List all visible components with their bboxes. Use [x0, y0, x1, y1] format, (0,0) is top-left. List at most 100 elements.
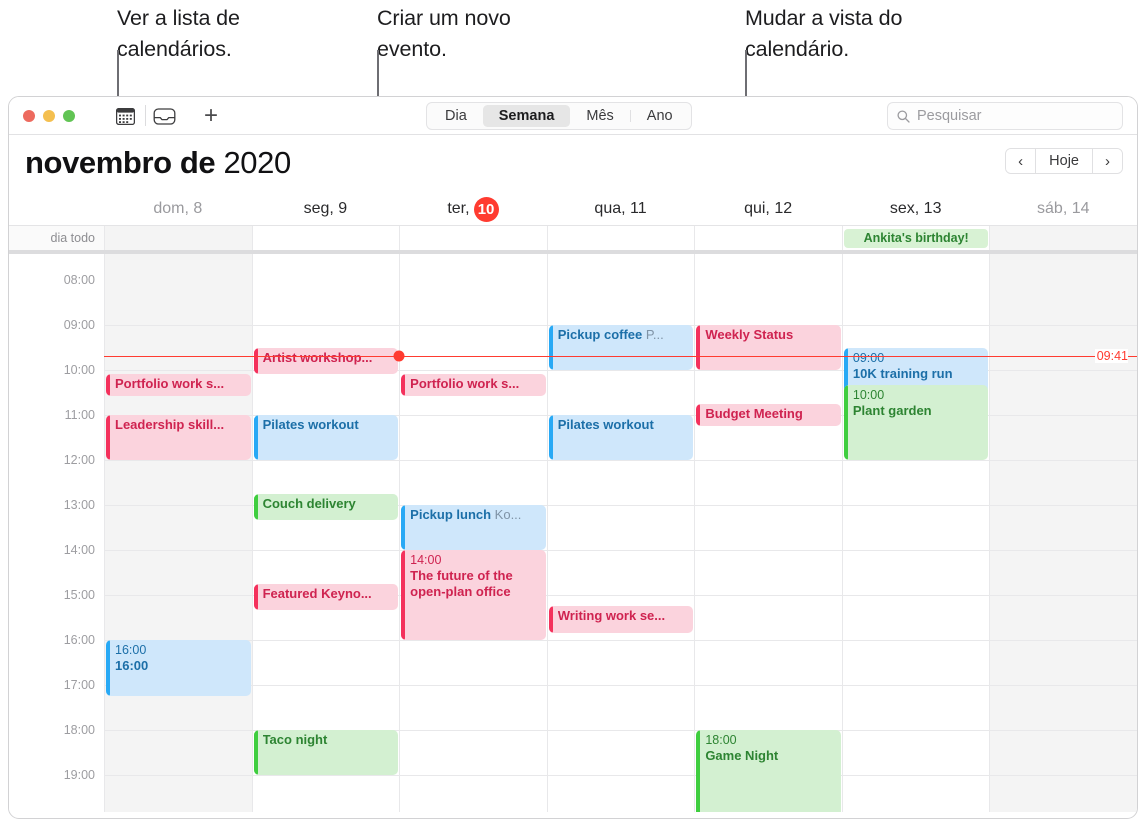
- hour-gridline: [400, 460, 547, 461]
- tab-day[interactable]: Dia: [429, 105, 483, 127]
- inbox-tray-icon[interactable]: [151, 105, 177, 127]
- event-subtitle: Ko...: [491, 507, 522, 522]
- calendar-event[interactable]: 16:00 16:00: [106, 640, 251, 697]
- day-column-tue[interactable]: Portfolio work s... Pickup lunch Ko... 14:…: [399, 254, 547, 812]
- day-header-sun[interactable]: dom, 8: [104, 193, 252, 225]
- calendar-event[interactable]: Artist workshop...: [253, 347, 399, 374]
- callout-new-event-text: Criar um novo evento.: [377, 6, 511, 61]
- all-day-cell-wed[interactable]: [546, 226, 695, 250]
- hour-label: 18:00: [63, 723, 95, 737]
- hour-gridline: [547, 550, 695, 551]
- hour-gridline: [547, 685, 695, 686]
- calendar-event[interactable]: Pickup coffee P...: [548, 325, 694, 370]
- calendar-event[interactable]: Portfolio work s...: [106, 373, 251, 397]
- calendar-event[interactable]: Budget Meeting: [696, 403, 841, 427]
- event-body: Artist workshop...: [258, 348, 399, 374]
- close-window-button[interactable]: [23, 110, 35, 122]
- day-column-mon[interactable]: Artist workshop... Pilates workout Couch d…: [251, 254, 400, 812]
- calendar-event[interactable]: Pickup lunch Ko...: [401, 505, 546, 550]
- time-grid-scroll[interactable]: 08:00 09:00 10:00 11:00 12:00 13:00 14:00 15:00…: [9, 254, 1137, 812]
- hour-label: 08:00: [63, 273, 95, 287]
- day-column-thu[interactable]: Weekly Status Budget Meeting 18:00 Game Nig…: [694, 254, 842, 812]
- event-time: 14:00: [410, 553, 442, 567]
- calendar-event[interactable]: 14:00 The future of the open-plan office: [401, 550, 546, 640]
- hour-gridline: [252, 775, 400, 776]
- event-title: Writing work se...: [557, 608, 666, 624]
- hour-gridline: [842, 685, 990, 686]
- hour-label: 16:00: [63, 633, 95, 647]
- all-day-label: dia todo: [9, 226, 104, 250]
- event-body: Weekly Status: [700, 325, 841, 370]
- calendar-event[interactable]: Pilates workout: [253, 415, 399, 460]
- hour-gridline: [842, 550, 990, 551]
- previous-week-button[interactable]: ‹: [1006, 149, 1036, 173]
- event-title: 10K training run: [852, 365, 953, 381]
- calendar-event[interactable]: Couch delivery: [253, 493, 399, 520]
- month-label: novembro de: [25, 145, 216, 180]
- all-day-cell-sat[interactable]: [989, 226, 1137, 250]
- hour-label: 17:00: [63, 678, 95, 692]
- weekday-gutter-spacer: [9, 193, 104, 225]
- event-body: 14:00 The future of the open-plan office: [405, 550, 546, 640]
- day-header-tue[interactable]: ter, 10: [399, 193, 547, 225]
- event-body: Couch delivery: [258, 494, 399, 520]
- calendar-event[interactable]: 10:00 Plant garden: [843, 385, 989, 460]
- day-header-label: sáb, 14: [1037, 200, 1090, 217]
- calendar-grid-icon[interactable]: [113, 105, 137, 127]
- day-header-wed[interactable]: qua, 11: [547, 193, 695, 225]
- all-day-cell-fri[interactable]: Ankita's birthday!: [841, 226, 990, 250]
- view-segmented-control[interactable]: Dia Semana Mês Ano: [426, 102, 692, 130]
- event-body: Pickup lunch Ko...: [405, 505, 546, 550]
- calendar-event[interactable]: Pilates workout: [548, 415, 694, 460]
- search-field[interactable]: Pesquisar: [887, 102, 1123, 130]
- hour-gridline: [990, 595, 1137, 596]
- next-week-button[interactable]: ›: [1093, 149, 1122, 173]
- day-column-fri[interactable]: 09:00 10K training run 10:00 Plant garden: [841, 254, 990, 812]
- event-body: Pilates workout: [258, 415, 399, 460]
- hour-gridline: [695, 595, 842, 596]
- day-header-fri[interactable]: sex, 13: [842, 193, 990, 225]
- hour-gridline: [990, 685, 1137, 686]
- minimize-window-button[interactable]: [43, 110, 55, 122]
- calendar-event[interactable]: 18:00 Game Night: [696, 730, 841, 812]
- hour-label: 15:00: [63, 588, 95, 602]
- day-header-sat[interactable]: sáb, 14: [989, 193, 1137, 225]
- hour-gridline: [252, 550, 400, 551]
- hour-gridline: [400, 730, 547, 731]
- event-title: Artist workshop...: [263, 350, 394, 366]
- calendar-event[interactable]: Weekly Status: [696, 325, 841, 370]
- all-day-cell-mon[interactable]: [251, 226, 400, 250]
- day-header-thu[interactable]: qui, 12: [694, 193, 842, 225]
- event-body: Featured Keyno...: [258, 584, 399, 610]
- calendar-event[interactable]: Featured Keyno...: [253, 583, 399, 610]
- all-day-cell-tue[interactable]: [399, 226, 547, 250]
- day-column-wed[interactable]: Pickup coffee P... Pilates workout Writing…: [546, 254, 695, 812]
- day-column-sat[interactable]: [989, 254, 1137, 812]
- day-column-sun[interactable]: 16:00 16:00 Portfolio work s... Leadership …: [104, 254, 252, 812]
- hour-gridline: [547, 775, 695, 776]
- hour-label: 09:00: [63, 318, 95, 332]
- today-button[interactable]: Hoje: [1035, 149, 1093, 173]
- event-title: Budget Meeting: [705, 405, 803, 421]
- hour-gridline: [547, 505, 695, 506]
- tab-year[interactable]: Ano: [631, 105, 689, 127]
- all-day-cell-thu[interactable]: [694, 226, 842, 250]
- event-title: Couch delivery: [262, 495, 356, 511]
- all-day-cell-sun[interactable]: [104, 226, 252, 250]
- add-event-button[interactable]: +: [198, 104, 224, 128]
- zoom-window-button[interactable]: [63, 110, 75, 122]
- calendar-event[interactable]: Leadership skill...: [106, 415, 251, 460]
- event-body: Portfolio work s...: [110, 374, 251, 397]
- all-day-event[interactable]: Ankita's birthday!: [843, 228, 989, 248]
- event-title: Portfolio work s...: [410, 375, 520, 391]
- event-title: Pickup lunch Ko...: [410, 507, 522, 522]
- hour-gridline: [990, 640, 1137, 641]
- calendar-event[interactable]: Taco night: [253, 730, 399, 775]
- hour-gridline: [842, 730, 990, 731]
- day-header-mon[interactable]: seg, 9: [252, 193, 400, 225]
- hour-gutter: 08:00 09:00 10:00 11:00 12:00 13:00 14:00 15:00…: [9, 254, 104, 812]
- calendar-event[interactable]: Writing work se...: [548, 606, 694, 633]
- tab-month[interactable]: Mês: [570, 105, 629, 127]
- calendar-event[interactable]: Portfolio work s...: [401, 373, 546, 397]
- tab-week[interactable]: Semana: [482, 105, 571, 127]
